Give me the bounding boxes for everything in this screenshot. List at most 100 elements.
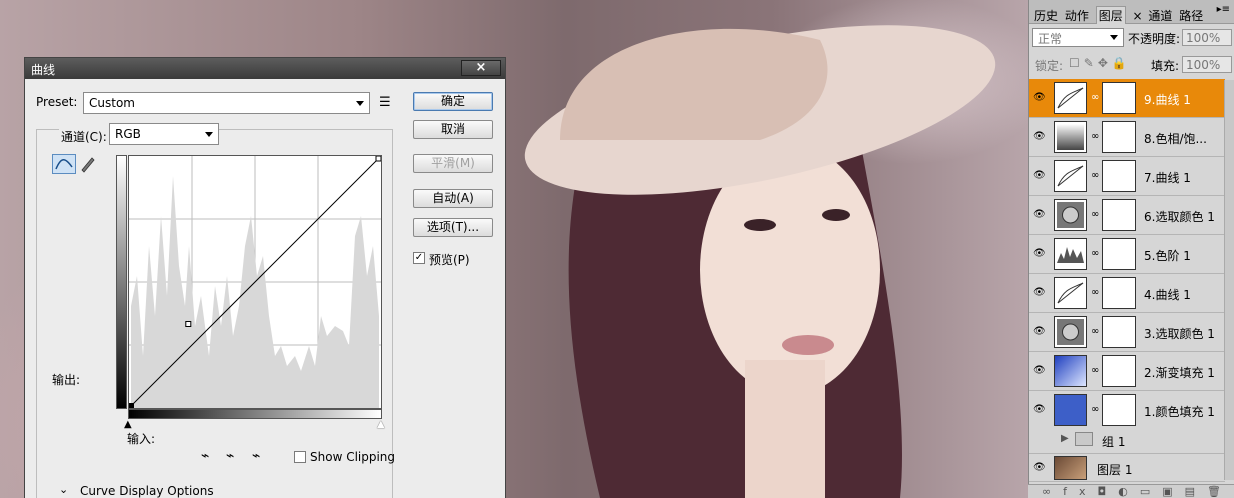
tab-layers[interactable]: 图层 — [1095, 6, 1126, 24]
options-button[interactable]: 选项(T)... — [413, 218, 493, 237]
tab-close-icon[interactable]: × — [1133, 9, 1143, 23]
solid-adjustment-icon — [1054, 394, 1087, 426]
eye-icon[interactable]: 👁 — [1033, 365, 1047, 376]
preset-menu-icon[interactable]: ☰ — [379, 95, 391, 110]
base-layer-row[interactable]: 👁 图层 1 — [1029, 455, 1225, 482]
layers-scrollbar[interactable] — [1224, 80, 1234, 480]
dialog-titlebar[interactable]: 曲线 × — [25, 58, 505, 79]
white-point[interactable] — [375, 155, 382, 162]
chevron-down-icon — [205, 132, 213, 137]
layer-mask-thumbnail[interactable] — [1102, 394, 1136, 426]
layer-row[interactable]: 👁 ∞ 5.色阶 1 — [1029, 235, 1225, 274]
footer-icons[interactable]: ∞fx◘◐▭▣▤🗑 — [1042, 485, 1233, 498]
layer-name: 7.曲线 1 — [1144, 171, 1191, 185]
layer-row[interactable]: 👁 ∞ 4.曲线 1 — [1029, 274, 1225, 313]
input-label: 输入: — [127, 432, 156, 446]
preview-checkbox[interactable]: ✓ — [413, 252, 425, 264]
curves-dialog: 曲线 × Preset: Custom ☰ 通道(C): RGB 输出: ▲ ▲… — [24, 57, 506, 498]
layer-row[interactable]: 👁 ∞ 7.曲线 1 — [1029, 157, 1225, 196]
gray-eyedropper-icon[interactable]: ⌁ — [226, 448, 234, 464]
black-slider-icon[interactable]: ▲ — [124, 419, 132, 430]
curve-edit-tool[interactable] — [52, 154, 76, 174]
dialog-title: 曲线 — [31, 63, 56, 77]
link-icon[interactable]: ∞ — [1091, 170, 1099, 181]
cancel-button[interactable]: 取消 — [413, 120, 493, 139]
link-icon[interactable]: ∞ — [1091, 287, 1099, 298]
curves-adjustment-icon — [1054, 82, 1087, 114]
curve-tool-icon — [55, 159, 73, 170]
eye-icon[interactable]: 👁 — [1033, 170, 1047, 181]
close-button[interactable]: × — [461, 60, 501, 76]
white-eyedropper-icon[interactable]: ⌁ — [252, 448, 260, 464]
white-slider-icon[interactable]: ▲ — [377, 419, 385, 430]
fill-input[interactable]: 100% — [1182, 56, 1232, 73]
black-point[interactable] — [129, 403, 134, 408]
group-row[interactable]: ▶ 组 1 — [1029, 427, 1225, 454]
output-gradient-bar — [116, 155, 127, 409]
opacity-input[interactable]: 100% — [1182, 29, 1232, 46]
tab-channels[interactable]: 通道 — [1148, 7, 1172, 24]
tab-actions[interactable]: 动作 — [1065, 7, 1089, 24]
link-icon[interactable]: ∞ — [1091, 209, 1099, 220]
black-eyedropper-icon[interactable]: ⌁ — [201, 448, 209, 464]
lock-icons[interactable]: ☐✎✥🔒 — [1069, 56, 1131, 70]
link-icon[interactable]: ∞ — [1091, 248, 1099, 259]
layer-mask-thumbnail[interactable] — [1102, 238, 1136, 270]
layer-mask-thumbnail[interactable] — [1102, 355, 1136, 387]
layers-panel: 历史 动作 图层 × 通道 路径 ▸≡ 正常 不透明度: 100% 锁定: ☐✎… — [1028, 0, 1234, 498]
link-icon[interactable]: ∞ — [1091, 326, 1099, 337]
eye-icon[interactable]: 👁 — [1033, 404, 1047, 415]
preset-value: Custom — [89, 96, 135, 110]
curve-plot[interactable] — [129, 155, 382, 408]
link-icon[interactable]: ∞ — [1091, 92, 1099, 103]
layer-row[interactable]: 👁 ∞ 3.选取颜色 1 — [1029, 313, 1225, 352]
layer-row[interactable]: 👁 ∞ 2.渐变填充 1 — [1029, 352, 1225, 391]
eye-icon[interactable]: 👁 — [1033, 462, 1047, 473]
show-clipping-checkbox[interactable] — [294, 451, 306, 463]
curves-adjustment-icon — [1054, 160, 1087, 192]
smooth-button[interactable]: 平滑(M) — [413, 154, 493, 173]
base-layer-name: 图层 1 — [1097, 463, 1133, 477]
layer-row[interactable]: 👁 ∞ 6.选取颜色 1 — [1029, 196, 1225, 235]
blend-mode-value: 正常 — [1038, 32, 1063, 46]
tab-paths[interactable]: 路径 — [1179, 7, 1203, 24]
auto-button[interactable]: 自动(A) — [413, 189, 493, 208]
eye-icon[interactable]: 👁 — [1033, 92, 1047, 103]
layer-mask-thumbnail[interactable] — [1102, 121, 1136, 153]
layer-mask-thumbnail[interactable] — [1102, 160, 1136, 192]
levels-adjustment-icon — [1054, 238, 1087, 270]
curve-control-point[interactable] — [185, 321, 192, 327]
expand-arrow-icon[interactable]: ▶ — [1061, 433, 1069, 444]
output-label: 输出: — [52, 373, 81, 387]
layer-mask-thumbnail[interactable] — [1102, 82, 1136, 114]
ok-button[interactable]: 确定 — [413, 92, 493, 111]
layer-row[interactable]: 👁 ∞ 8.色相/饱... — [1029, 118, 1225, 157]
channel-dropdown[interactable]: RGB — [109, 123, 219, 145]
eye-icon[interactable]: 👁 — [1033, 326, 1047, 337]
selective-adjustment-icon — [1054, 199, 1087, 231]
expand-chevron-icon[interactable]: ⌄ — [59, 483, 68, 496]
link-icon[interactable]: ∞ — [1091, 365, 1099, 376]
layer-name: 4.曲线 1 — [1144, 288, 1191, 302]
preset-dropdown[interactable]: Custom — [83, 92, 370, 114]
layer-row[interactable]: 👁 ∞ 9.曲线 1 — [1029, 79, 1225, 118]
group-name: 组 1 — [1102, 435, 1126, 449]
blend-mode-dropdown[interactable]: 正常 — [1032, 28, 1124, 47]
link-icon[interactable]: ∞ — [1091, 404, 1099, 415]
layer-mask-thumbnail[interactable] — [1102, 316, 1136, 348]
panel-tabs: 历史 动作 图层 × 通道 路径 ▸≡ — [1029, 0, 1234, 24]
link-icon[interactable]: ∞ — [1091, 131, 1099, 142]
layer-row[interactable]: 👁 ∞ 1.颜色填充 1 — [1029, 391, 1225, 430]
layer-mask-thumbnail[interactable] — [1102, 199, 1136, 231]
layer-mask-thumbnail[interactable] — [1102, 277, 1136, 309]
eye-icon[interactable]: 👁 — [1033, 287, 1047, 298]
tab-history[interactable]: 历史 — [1034, 7, 1058, 24]
eye-icon[interactable]: 👁 — [1033, 131, 1047, 142]
eye-icon[interactable]: 👁 — [1033, 248, 1047, 259]
pencil-tool[interactable] — [79, 155, 97, 173]
curve-graph[interactable] — [128, 155, 382, 409]
panel-menu-icon[interactable]: ▸≡ — [1217, 4, 1230, 15]
preset-label: Preset: — [36, 95, 78, 109]
curve-display-options-label[interactable]: Curve Display Options — [80, 484, 214, 498]
eye-icon[interactable]: 👁 — [1033, 209, 1047, 220]
